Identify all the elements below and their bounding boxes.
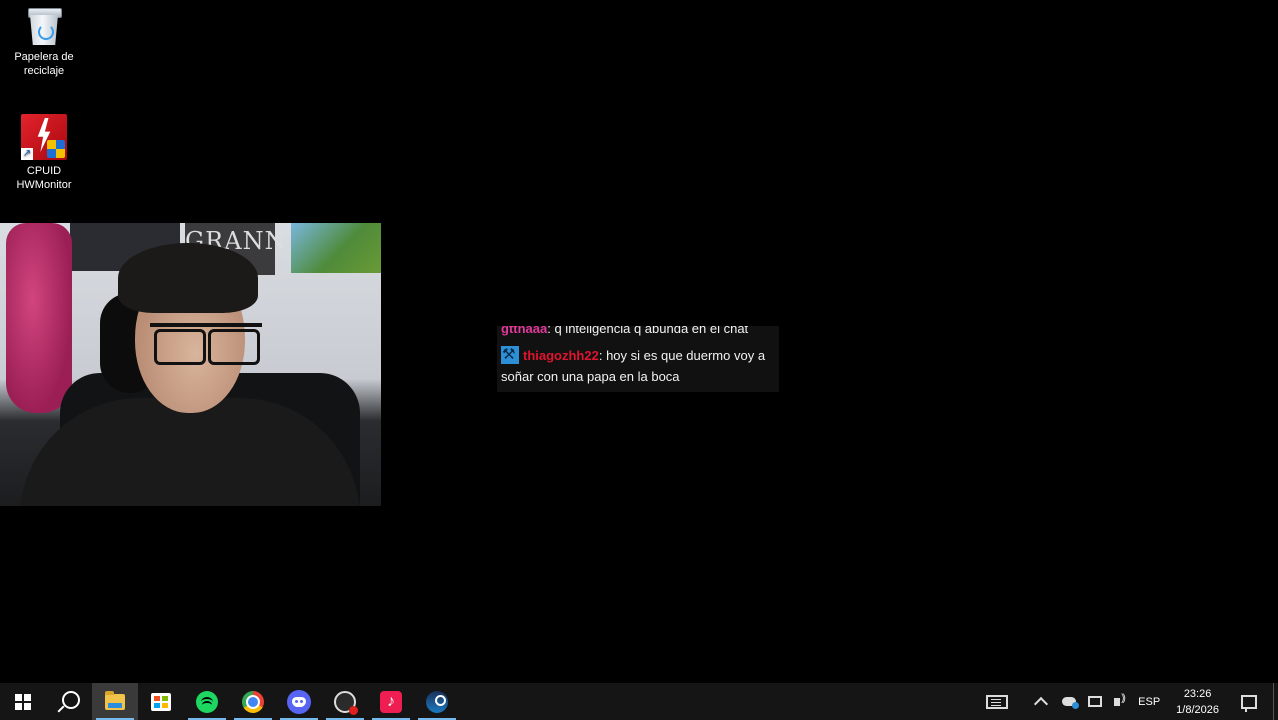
chat-overlay: gtthaaa: q inteligencia q abunda en el c… [497, 326, 779, 392]
news-icon [986, 694, 1009, 709]
volume-button[interactable] [1108, 683, 1132, 720]
taskbar-file-explorer[interactable] [92, 683, 138, 720]
taskbar-discord[interactable] [276, 683, 322, 720]
chevron-up-icon [1034, 696, 1049, 711]
webcam-overlay: GRANNY [0, 223, 381, 506]
discord-icon [287, 689, 311, 714]
network-button[interactable] [1082, 683, 1108, 720]
speaker-icon [1114, 693, 1124, 706]
onedrive-button[interactable] [1056, 683, 1082, 720]
clock-button[interactable]: 23:26 1/8/2026 [1170, 683, 1233, 720]
obs-icon [334, 690, 358, 715]
moderator-badge-icon [501, 344, 519, 365]
desktop-icon-label: Papelera de reciclaje [14, 51, 74, 77]
chrome-icon [242, 690, 264, 713]
glasses [150, 323, 262, 365]
desktop-icon-label: CPUID HWMonitor [16, 165, 72, 191]
steam-icon [426, 690, 448, 713]
recycle-bin-icon [26, 6, 62, 46]
clock: 23:26 1/8/2026 [1176, 686, 1219, 718]
chat-username: thiagozhh22 [523, 348, 599, 363]
taskbar-obs[interactable] [322, 683, 368, 720]
spotify-icon [196, 690, 218, 713]
windows-icon [15, 693, 31, 710]
clock-time: 23:26 [1183, 687, 1212, 700]
desktop-icon-recycle-bin[interactable]: Papelera de reciclaje [4, 6, 84, 78]
language-indicator[interactable]: ESP [1138, 683, 1160, 720]
chat-text: : q inteligencia q abunda en el chat [547, 326, 749, 336]
file-explorer-icon [105, 690, 125, 710]
notification-icon [1241, 694, 1257, 712]
start-button[interactable] [0, 683, 46, 720]
news-widget-button[interactable] [976, 683, 1018, 720]
chat-username: gtthaaa [501, 326, 548, 336]
chat-message: gtthaaa: q inteligencia q abunda en el c… [501, 326, 748, 339]
taskbar-microsoft-store[interactable] [138, 683, 184, 720]
search-icon [62, 690, 80, 709]
hwmonitor-icon: ↗ [21, 114, 67, 160]
tiktok-icon: ♪ [380, 690, 402, 713]
taskbar: ♪ ESP 23:26 1/8/2026 [0, 683, 1278, 720]
search-button[interactable] [46, 683, 92, 720]
taskbar-chrome[interactable] [230, 683, 276, 720]
taskbar-tiktok[interactable]: ♪ [368, 683, 414, 720]
chat-message: thiagozhh22: hoy si es que duermo voy a … [501, 344, 775, 387]
system-tray: ESP 23:26 1/8/2026 [976, 683, 1278, 720]
taskbar-spotify[interactable] [184, 683, 230, 720]
cloud-icon [1062, 697, 1080, 709]
network-icon [1088, 696, 1103, 707]
show-desktop-button[interactable] [1273, 683, 1278, 720]
clock-date: 1/8/2026 [1176, 703, 1219, 716]
towel [6, 223, 72, 413]
desktop-icon-hwmonitor[interactable]: ↗ CPUID HWMonitor [4, 114, 84, 192]
taskbar-steam[interactable] [414, 683, 460, 720]
show-hidden-icons-button[interactable] [1018, 683, 1056, 720]
microsoft-store-icon [151, 692, 171, 711]
streamer-hair [118, 243, 258, 313]
action-center-button[interactable] [1233, 683, 1273, 720]
minecraft-poster [291, 223, 381, 273]
